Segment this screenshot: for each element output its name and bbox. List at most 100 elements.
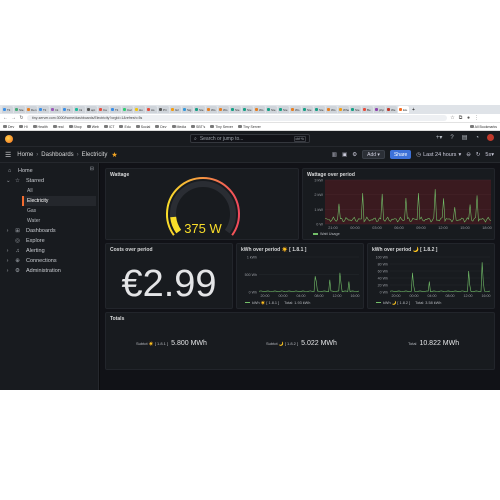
refresh-icon[interactable]: ↻ bbox=[476, 152, 481, 158]
browser-tab[interactable]: Wo bbox=[254, 106, 265, 113]
grafana-logo[interactable] bbox=[5, 134, 13, 143]
browser-tab[interactable]: Tit bbox=[2, 106, 13, 113]
settings-icon[interactable]: ⚙ bbox=[352, 152, 357, 158]
tab-label: Be bbox=[367, 107, 371, 112]
breadcrumb-home[interactable]: Home bbox=[17, 152, 33, 158]
panel-wattage[interactable]: Wattage 375 W bbox=[105, 168, 299, 240]
sidebar-starred-gas[interactable]: Gas bbox=[0, 206, 98, 216]
browser-tab[interactable]: We bbox=[386, 106, 397, 113]
menu-icon[interactable]: ⋮ bbox=[474, 115, 479, 121]
browser-tab[interactable]: Tit bbox=[62, 106, 73, 113]
forward-icon[interactable]: → bbox=[11, 115, 16, 121]
browser-tab[interactable]: Ho bbox=[134, 106, 145, 113]
notifications-icon[interactable]: ◔ bbox=[475, 135, 479, 141]
browser-tab[interactable]: As bbox=[146, 106, 157, 113]
browser-tab[interactable]: Ini bbox=[74, 106, 85, 113]
avatar[interactable] bbox=[487, 134, 494, 141]
new-tab-icon[interactable]: + bbox=[412, 107, 415, 113]
bookmark-item[interactable]: Health bbox=[32, 125, 48, 129]
browser-tab[interactable]: Den bbox=[26, 106, 37, 113]
bookmark-item[interactable]: Tiny Server bbox=[238, 125, 261, 129]
browser-tab[interactable]: Gri bbox=[170, 106, 181, 113]
browser-tab[interactable]: Cal bbox=[122, 106, 133, 113]
reload-icon[interactable]: ↻ bbox=[19, 115, 24, 121]
sidebar-item-dashboards[interactable]: › ⊞ Dashboards bbox=[0, 226, 98, 236]
refresh-interval[interactable]: 5s▾ bbox=[485, 152, 494, 158]
browser-tab[interactable]: Wo bbox=[326, 106, 337, 113]
panel-wattage-over-period[interactable]: Wattage over period 3 kW 2 kW 1 kW 0 W 21:00… bbox=[302, 168, 495, 240]
panel-kwh-182[interactable]: kWh over period 🌙 [ 1.8.2 ] 100 Wh 80 Wh 6… bbox=[367, 243, 495, 309]
bookmark-item[interactable]: Hi bbox=[19, 125, 28, 129]
browser-tab[interactable]: Ste bbox=[230, 106, 241, 113]
browser-tab[interactable]: Pri bbox=[158, 106, 169, 113]
news-icon[interactable]: ▤ bbox=[462, 134, 468, 141]
browser-tab[interactable]: Be bbox=[362, 106, 373, 113]
zoom-out-icon[interactable]: ⊖ bbox=[466, 152, 471, 158]
bookmark-item[interactable]: SBT's bbox=[191, 125, 205, 129]
sidebar-starred-all[interactable]: All bbox=[0, 186, 98, 196]
sidebar-item-alerting[interactable]: › ♫ Alerting bbox=[0, 246, 98, 256]
sidebar-starred-water[interactable]: Water bbox=[0, 216, 98, 226]
browser-tab[interactable]: php bbox=[374, 106, 385, 113]
bookmark-item[interactable]: Media bbox=[171, 125, 186, 129]
browser-tab[interactable]: Ste bbox=[314, 106, 325, 113]
bookmark-item[interactable]: Dev bbox=[3, 125, 14, 129]
sidebar-item-starred[interactable]: ⌄ ☆ Starred bbox=[0, 176, 98, 186]
browser-tab[interactable]: Sig bbox=[182, 106, 193, 113]
plus-icon[interactable]: +▾ bbox=[436, 134, 443, 141]
chart-icon[interactable]: ▥ bbox=[332, 152, 337, 158]
sidebar-item-connections[interactable]: › ⊕ Connections bbox=[0, 256, 98, 266]
dock-menu-icon[interactable]: ⊟ bbox=[90, 166, 94, 172]
browser-tab[interactable]: Tit bbox=[38, 106, 49, 113]
browser-tab[interactable]: Whe bbox=[338, 106, 349, 113]
bookmark-item[interactable]: Web bbox=[86, 124, 99, 129]
bookmark-item[interactable]: Edu bbox=[119, 125, 131, 129]
browser-tab[interactable]: Ste bbox=[242, 106, 253, 113]
help-icon[interactable]: ? bbox=[450, 135, 453, 141]
browser-tab[interactable]: Ste bbox=[302, 106, 313, 113]
bookmark-item[interactable]: Social bbox=[135, 125, 150, 129]
sidebar-item-home[interactable]: ⌂ Home bbox=[0, 166, 98, 176]
bookmark-item[interactable]: ICT bbox=[103, 125, 114, 129]
browser-tab[interactable]: apt bbox=[86, 106, 97, 113]
time-range-picker[interactable]: ◷ Last 24 hours ▾ bbox=[416, 152, 461, 158]
sidebar-item-administration[interactable]: › ⚙ Administration bbox=[0, 266, 98, 276]
search-bar[interactable]: ⌕ Search or jump to... ctrl+k bbox=[190, 134, 310, 143]
browser-tab[interactable]: Wo bbox=[218, 106, 229, 113]
share-button[interactable]: Share bbox=[389, 150, 412, 159]
browser-tab[interactable]: Tit bbox=[110, 106, 121, 113]
star-icon[interactable]: ★ bbox=[111, 151, 117, 159]
bookmark-label: Web bbox=[91, 124, 99, 129]
menu-toggle-icon[interactable]: ☰ bbox=[5, 151, 11, 159]
browser-tab[interactable]: Ste bbox=[194, 106, 205, 113]
save-icon[interactable]: ▣ bbox=[342, 152, 347, 158]
panel-costs[interactable]: Costs over period €2.99 bbox=[105, 243, 233, 309]
browser-tab[interactable]: Wo bbox=[290, 106, 301, 113]
extensions-icon[interactable]: ⧉ bbox=[458, 115, 463, 121]
browser-tab[interactable]: Ca bbox=[98, 106, 109, 113]
browser-tab[interactable]: Wo bbox=[206, 106, 217, 113]
sidebar-starred-electricity[interactable]: Electricity bbox=[22, 196, 96, 206]
bookmark-item[interactable]: Shop bbox=[68, 125, 82, 129]
browser-tab[interactable]: Ste bbox=[350, 106, 361, 113]
favicon-icon bbox=[99, 108, 102, 111]
back-icon[interactable]: ← bbox=[3, 115, 8, 121]
bookmark-item[interactable]: Dev bbox=[155, 125, 167, 129]
profile-icon[interactable]: ● bbox=[466, 115, 471, 121]
url-field[interactable]: tiny-server.com:3000/home/dashboards/Ele… bbox=[27, 115, 447, 121]
sidebar-item-explore[interactable]: ◎ Explore bbox=[0, 236, 98, 246]
bookmark-item[interactable]: real bbox=[52, 125, 64, 129]
bookmark-star-icon[interactable]: ☆ bbox=[450, 115, 455, 121]
browser-tab[interactable]: Ste bbox=[278, 106, 289, 113]
browser-tab[interactable]: Int bbox=[50, 106, 61, 113]
browser-tab[interactable]: Ste bbox=[14, 106, 25, 113]
all-bookmarks[interactable]: All Bookmarks bbox=[469, 125, 497, 129]
breadcrumb-dashboards[interactable]: Dashboards bbox=[41, 152, 73, 158]
bookmark-item[interactable]: Tiny Server bbox=[210, 125, 233, 129]
browser-tab[interactable]: Ele bbox=[398, 106, 409, 113]
panel-kwh-181[interactable]: kWh over period ☀️ [ 1.8.1 ] 1 kWh 500 Wh… bbox=[236, 243, 364, 309]
favicon-icon bbox=[63, 108, 66, 111]
browser-tab[interactable]: Ste bbox=[266, 106, 277, 113]
panel-totals[interactable]: Totals Subtot ☀️ [ 1.8.1 ] 5.800 MWh Sub… bbox=[105, 312, 495, 370]
add-button[interactable]: Add ▾ bbox=[362, 150, 385, 159]
